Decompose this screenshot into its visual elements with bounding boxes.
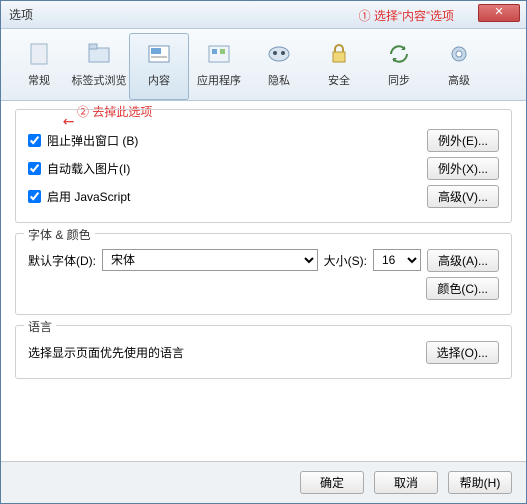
- label-size: 大小(S):: [324, 252, 367, 269]
- label-language-desc: 选择显示页面优先使用的语言: [28, 344, 184, 361]
- font-select[interactable]: 宋体: [102, 249, 318, 271]
- checkbox-js[interactable]: [28, 190, 41, 203]
- tab-general-label: 常规: [28, 72, 50, 88]
- group-fonts: 字体 & 颜色 默认字体(D): 宋体 大小(S): 16 高级(A)... 颜…: [15, 233, 512, 315]
- exceptions-x-button[interactable]: 例外(X)...: [427, 157, 499, 180]
- tab-advanced[interactable]: 高级: [429, 33, 489, 100]
- ok-button[interactable]: 确定: [300, 471, 364, 494]
- tabs-icon: [83, 38, 115, 70]
- checkbox-images[interactable]: [28, 162, 41, 175]
- tab-apps[interactable]: 应用程序: [189, 33, 249, 100]
- cancel-button[interactable]: 取消: [374, 471, 438, 494]
- bottom-bar: 确定 取消 帮助(H): [1, 461, 526, 503]
- tab-privacy-label: 隐私: [268, 72, 290, 88]
- checkbox-popup[interactable]: [28, 134, 41, 147]
- tab-apps-label: 应用程序: [197, 72, 241, 88]
- advanced-a-button[interactable]: 高级(A)...: [427, 249, 499, 272]
- group-language-title: 语言: [24, 318, 56, 335]
- window-title: 选项: [9, 6, 33, 23]
- tab-content-label: 内容: [148, 72, 170, 88]
- content-panel: ② 去掉此选项 ↙ 阻止弹出窗口 (B) 例外(E)... 自动载入图片(I) …: [1, 101, 526, 397]
- tab-tabs-label: 标签式浏览: [72, 72, 127, 88]
- color-button[interactable]: 颜色(C)...: [426, 277, 499, 300]
- label-js: 启用 JavaScript: [47, 188, 130, 205]
- help-button[interactable]: 帮助(H): [448, 471, 512, 494]
- row-popup: 阻止弹出窗口 (B) 例外(E)...: [28, 128, 499, 152]
- tab-security-label: 安全: [328, 72, 350, 88]
- exceptions-e-button[interactable]: 例外(E)...: [427, 129, 499, 152]
- row-color: 颜色(C)...: [28, 276, 499, 300]
- tab-tabs[interactable]: 标签式浏览: [69, 33, 129, 100]
- options-window: 选项 ① 选择“内容”选项 ✕ 常规 标签式浏览 内容 应用程序 隐私 安全: [0, 0, 527, 504]
- privacy-icon: [263, 38, 295, 70]
- gear-icon: [443, 38, 475, 70]
- close-button[interactable]: ✕: [478, 4, 520, 22]
- group-language: 语言 选择显示页面优先使用的语言 选择(O)...: [15, 325, 512, 379]
- tab-privacy[interactable]: 隐私: [249, 33, 309, 100]
- general-icon: [23, 38, 55, 70]
- choose-button[interactable]: 选择(O)...: [426, 341, 499, 364]
- group-blocking: 阻止弹出窗口 (B) 例外(E)... 自动载入图片(I) 例外(X)... 启…: [15, 109, 512, 223]
- tab-sync-label: 同步: [388, 72, 410, 88]
- tab-sync[interactable]: 同步: [369, 33, 429, 100]
- content-icon: [143, 38, 175, 70]
- row-js: 启用 JavaScript 高级(V)...: [28, 184, 499, 208]
- label-popup: 阻止弹出窗口 (B): [47, 132, 138, 149]
- advanced-v-button[interactable]: 高级(V)...: [427, 185, 499, 208]
- label-default-font: 默认字体(D):: [28, 252, 96, 269]
- group-fonts-title: 字体 & 颜色: [24, 226, 95, 243]
- titlebar: 选项 ① 选择“内容”选项 ✕: [1, 1, 526, 29]
- size-select[interactable]: 16: [373, 249, 421, 271]
- row-default-font: 默认字体(D): 宋体 大小(S): 16 高级(A)...: [28, 248, 499, 272]
- tab-advanced-label: 高级: [448, 72, 470, 88]
- row-images: 自动载入图片(I) 例外(X)...: [28, 156, 499, 180]
- row-language: 选择显示页面优先使用的语言 选择(O)...: [28, 340, 499, 364]
- lock-icon: [323, 38, 355, 70]
- sync-icon: [383, 38, 415, 70]
- tab-security[interactable]: 安全: [309, 33, 369, 100]
- label-images: 自动载入图片(I): [47, 160, 130, 177]
- apps-icon: [203, 38, 235, 70]
- toolbar: 常规 标签式浏览 内容 应用程序 隐私 安全 同步 高级: [1, 29, 526, 101]
- tab-content[interactable]: 内容: [129, 33, 189, 100]
- annotation-1: ① 选择“内容”选项: [359, 7, 454, 24]
- tab-general[interactable]: 常规: [9, 33, 69, 100]
